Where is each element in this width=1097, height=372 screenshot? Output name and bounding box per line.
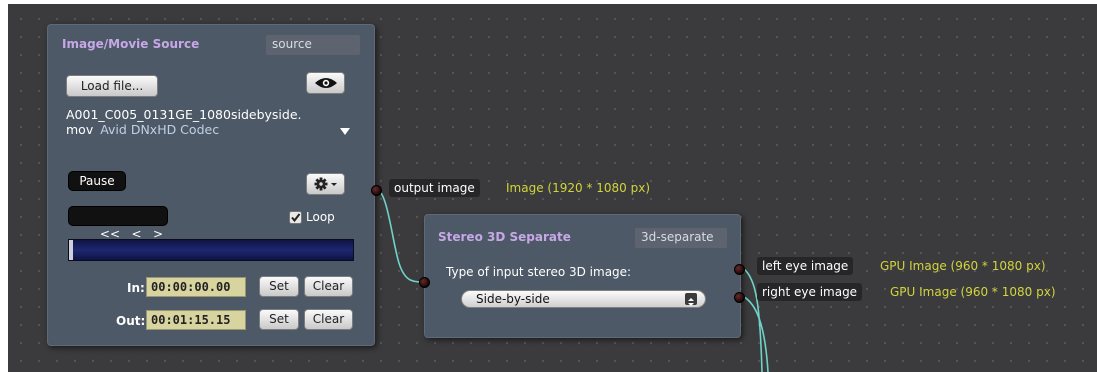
output-image-type: Image (1920 * 1080 px): [506, 181, 650, 195]
transport-controls[interactable]: << < >: [68, 206, 168, 241]
node-title: Stereo 3D Separate: [438, 230, 571, 244]
gear-icon: [314, 177, 337, 191]
out-time-field[interactable]: 00:01:15.15: [146, 310, 246, 330]
in-set-button[interactable]: Set: [259, 276, 299, 297]
stereo-type-value: Side-by-side: [476, 292, 550, 306]
file-select[interactable]: A001_C005_0131GE_1080sidebyside. mov Avi…: [66, 107, 356, 147]
output-image-port[interactable]: [371, 185, 382, 196]
right-eye-port-label: right eye image: [757, 283, 863, 301]
stepper-icon: [685, 293, 697, 306]
loop-checkbox[interactable]: Loop: [289, 210, 349, 226]
pause-button[interactable]: Pause: [68, 171, 126, 191]
node-id-field[interactable]: source: [266, 35, 360, 55]
image-movie-source-node[interactable]: Image/Movie Source source Load file... A…: [47, 24, 375, 346]
file-name-line1: A001_C005_0131GE_1080sidebyside.: [66, 107, 302, 122]
in-clear-button[interactable]: Clear: [304, 276, 353, 297]
preview-toggle-button[interactable]: [306, 72, 345, 94]
checkbox-icon: [289, 211, 302, 224]
loop-label: Loop: [306, 210, 335, 224]
stereo-3d-separate-node[interactable]: Stereo 3D Separate 3d-separate Type of i…: [424, 214, 741, 338]
eye-icon: [314, 78, 337, 88]
out-clear-button[interactable]: Clear: [304, 309, 353, 330]
connection-right-eye[interactable]: [743, 296, 769, 372]
in-time-field[interactable]: 00:00:00.00: [146, 277, 246, 297]
chevron-down-icon: [340, 128, 350, 135]
file-name: A001_C005_0131GE_1080sidebyside. mov Avi…: [66, 107, 301, 137]
node-canvas[interactable]: Image/Movie Source source Load file... A…: [8, 4, 1097, 372]
node-id-field[interactable]: 3d-separate: [635, 228, 727, 248]
stereo-type-select[interactable]: Side-by-side: [461, 290, 706, 308]
right-eye-type: GPU Image (960 * 1080 px): [890, 285, 1056, 299]
node-title: Image/Movie Source: [62, 37, 200, 51]
left-eye-port-label: left eye image: [757, 257, 854, 275]
file-name-line2: mov: [66, 122, 94, 137]
playhead[interactable]: [69, 240, 73, 260]
output-image-port-label: output image: [389, 179, 480, 197]
connection-source-to-separate[interactable]: [375, 188, 427, 283]
input-image-port[interactable]: [419, 277, 430, 288]
settings-button[interactable]: [306, 173, 345, 195]
playback-slider[interactable]: [68, 239, 354, 261]
left-eye-type: GPU Image (960 * 1080 px): [880, 259, 1046, 273]
out-label: Out:: [116, 314, 146, 328]
right-eye-port[interactable]: [734, 292, 745, 303]
input-type-label: Type of input stereo 3D image:: [446, 265, 632, 279]
load-file-button[interactable]: Load file...: [66, 75, 158, 97]
left-eye-port[interactable]: [734, 264, 745, 275]
out-set-button[interactable]: Set: [259, 309, 299, 330]
in-label: In:: [127, 281, 145, 295]
codec-label: Avid DNxHD Codec: [100, 122, 220, 137]
